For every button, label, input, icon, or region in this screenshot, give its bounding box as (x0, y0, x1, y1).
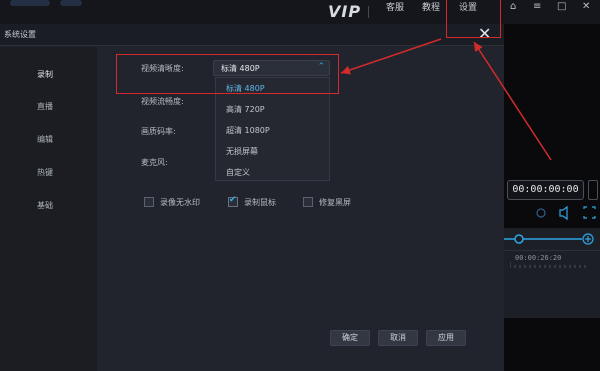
arrow-to-settings (473, 41, 552, 161)
annotation-arrows (340, 38, 552, 161)
arrow-to-select (340, 38, 442, 75)
